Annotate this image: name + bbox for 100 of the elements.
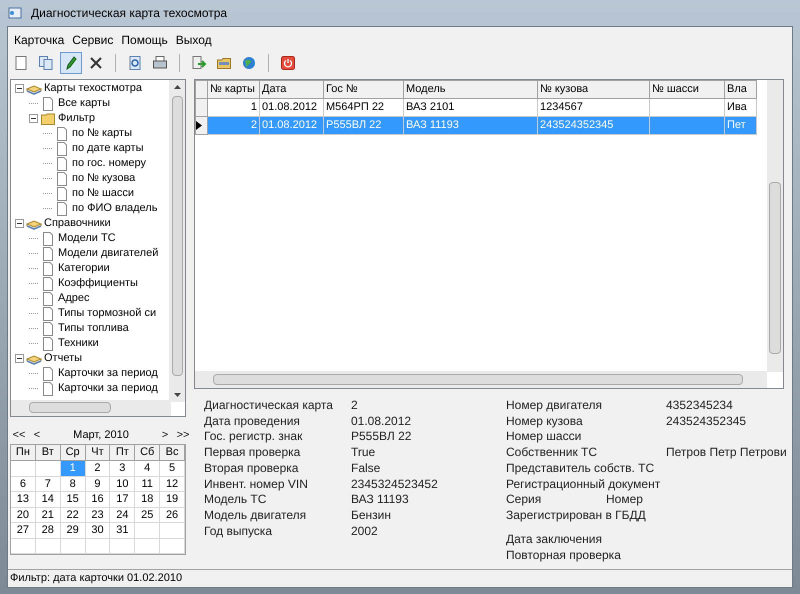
export-icon: [191, 55, 207, 71]
table-cell: 01.08.2012: [260, 116, 324, 134]
field-label: Регистрационный документ: [506, 476, 662, 493]
weekday-header: Чт: [86, 445, 110, 461]
calendar-day[interactable]: 24: [110, 508, 136, 523]
horizontal-scrollbar[interactable]: [11, 400, 171, 416]
tree-item[interactable]: Коэффициенты: [58, 275, 138, 292]
previous-year-button[interactable]: <<: [10, 426, 28, 444]
tree-item[interactable]: Все карты: [58, 95, 110, 112]
weekday-header: Вс: [160, 445, 185, 461]
next-month-button[interactable]: >: [156, 426, 174, 444]
empty-day-cell: [135, 523, 160, 538]
tree-item[interactable]: Типы топлива: [58, 320, 129, 337]
calendar-day[interactable]: 4: [135, 461, 160, 476]
tree-item[interactable]: по № карты: [72, 125, 132, 142]
column-header[interactable]: Модель: [404, 80, 538, 98]
collapse-icon[interactable]: [15, 84, 24, 93]
calendar-day[interactable]: 15: [60, 492, 86, 508]
calendar-day[interactable]: 14: [36, 492, 61, 508]
column-header[interactable]: № карты: [208, 80, 260, 98]
calendar-day[interactable]: 23: [86, 508, 110, 523]
calendar-day[interactable]: 21: [36, 508, 61, 523]
tree-item[interactable]: Модели двигателей: [58, 245, 158, 262]
calendar-day[interactable]: 2: [86, 461, 110, 476]
column-header[interactable]: Дата: [260, 80, 324, 98]
calendar-day[interactable]: 18: [135, 492, 160, 508]
calendar-day[interactable]: 3: [110, 461, 136, 476]
tree-item[interactable]: Карточки за период: [58, 365, 158, 382]
toolbar-button[interactable]: [60, 52, 82, 74]
calendar-day[interactable]: 10: [110, 476, 136, 492]
field-label: Собственник ТС: [506, 444, 598, 462]
field-value: Петров Петр Петрови: [666, 444, 787, 462]
calendar-day[interactable]: 11: [135, 476, 160, 492]
tree-item[interactable]: по № шасси: [72, 185, 134, 202]
field-value: ВАЗ 11193: [351, 491, 409, 508]
field-label: Модель ТС: [204, 491, 268, 508]
field-value: 4352345234: [666, 396, 733, 414]
empty-day-cell: [60, 538, 86, 554]
weekday-header: Ср: [60, 445, 86, 461]
calendar-day[interactable]: 5: [160, 461, 185, 476]
empty-day-cell: [135, 538, 160, 554]
column-header[interactable]: № шасси: [650, 80, 724, 98]
tree-item[interactable]: Справочники: [44, 215, 111, 232]
horizontal-scrollbar[interactable]: [195, 371, 767, 388]
calendar-day[interactable]: 16: [86, 492, 110, 508]
next-year-button[interactable]: >>: [174, 426, 192, 444]
vertical-scrollbar[interactable]: [767, 80, 783, 372]
calendar-day[interactable]: 8: [60, 476, 86, 492]
scroll-down-icon[interactable]: [174, 393, 180, 397]
menu-item[interactable]: Сервис: [68, 31, 118, 49]
scroll-up-icon[interactable]: [174, 85, 180, 89]
tree-item[interactable]: Карты техостмотра: [44, 80, 142, 97]
field-label: Год выпуска: [204, 522, 273, 540]
tree-item[interactable]: по гос. номеру: [72, 155, 146, 172]
field-label: Номер кузова: [506, 412, 584, 430]
document-icon: [40, 336, 56, 352]
tree-item[interactable]: Категории: [58, 260, 110, 277]
tree-item[interactable]: по ФИО владель: [72, 200, 158, 217]
tree-item[interactable]: Фильтр: [58, 110, 95, 127]
column-header[interactable]: № кузова: [538, 80, 650, 98]
tree-item[interactable]: Адрес: [58, 290, 90, 307]
menu-item[interactable]: Выход: [172, 31, 216, 49]
collapse-icon[interactable]: [29, 114, 38, 123]
menu-item[interactable]: Карточка: [10, 31, 68, 49]
tree-item[interactable]: Карточки за период: [58, 380, 158, 397]
calendar-day[interactable]: 28: [36, 523, 61, 538]
menu-item[interactable]: Помощь: [117, 31, 172, 49]
calendar-day[interactable]: 7: [36, 476, 61, 492]
field-value: False: [351, 460, 380, 477]
field-label: Вторая проверка: [204, 460, 300, 477]
vertical-scrollbar[interactable]: [169, 80, 185, 402]
tree-item[interactable]: Отчеты: [44, 350, 82, 367]
calendar-day[interactable]: 20: [11, 508, 36, 523]
calendar-day[interactable]: 12: [160, 476, 185, 492]
calendar-day[interactable]: 13: [11, 492, 36, 508]
tree-item[interactable]: по № кузова: [72, 170, 136, 187]
calendar-day[interactable]: 31: [110, 523, 136, 538]
calendar-day[interactable]: 17: [110, 492, 136, 508]
tree-item[interactable]: по дате карты: [72, 140, 144, 157]
calendar-day[interactable]: 27: [11, 523, 36, 538]
calendar-day[interactable]: 26: [160, 508, 185, 523]
calendar-day[interactable]: 25: [135, 508, 160, 523]
calendar-day[interactable]: 22: [60, 508, 86, 523]
table-cell: 2: [208, 116, 260, 134]
calendar-day[interactable]: 29: [60, 523, 86, 538]
tree-item[interactable]: Техники: [58, 335, 99, 352]
calendar-day[interactable]: 30: [86, 523, 110, 538]
previous-month-button[interactable]: <: [28, 426, 46, 444]
collapse-icon[interactable]: [15, 354, 24, 363]
collapse-icon[interactable]: [15, 219, 24, 228]
calendar-day[interactable]: 6: [11, 476, 36, 492]
field-label: Дата проведения: [204, 412, 301, 430]
tree-item[interactable]: Типы тормозной си: [58, 305, 156, 322]
calendar-day[interactable]: 19: [160, 492, 185, 508]
empty-day-cell: [11, 538, 36, 554]
delete-icon: [88, 55, 104, 71]
column-header[interactable]: Гос №: [324, 80, 404, 98]
tree-item[interactable]: Модели ТС: [58, 230, 116, 247]
column-header[interactable]: Вла: [724, 80, 756, 98]
calendar-day[interactable]: 9: [86, 476, 110, 492]
